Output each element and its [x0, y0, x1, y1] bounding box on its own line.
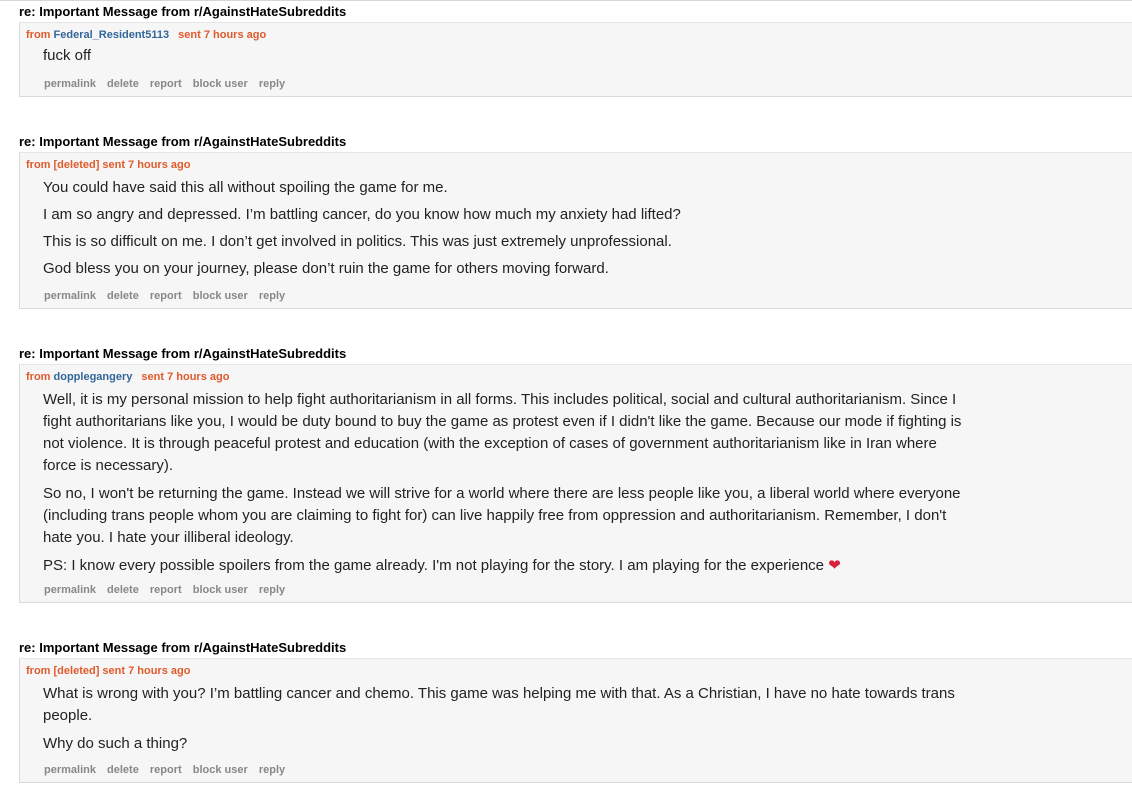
from-label: from	[26, 371, 51, 383]
reply-link[interactable]: reply	[259, 78, 285, 90]
sent-time: sent 7 hours ago	[178, 29, 267, 41]
block-user-link[interactable]: block user	[193, 764, 248, 776]
message-paragraph-with-heart: PS: I know every possible spoilers from …	[43, 555, 963, 577]
reply-link[interactable]: reply	[259, 584, 285, 596]
author-deleted: [deleted]	[53, 159, 100, 171]
message-paragraph: You could have said this all without spo…	[43, 179, 448, 196]
message-body-box: from dopplegangery sent 7 hours ago Well…	[19, 364, 1132, 603]
message-text: What is wrong with you? I’m battling can…	[43, 683, 963, 761]
message-actions: permalink delete report block user reply	[44, 290, 293, 303]
permalink-link[interactable]: permalink	[44, 78, 96, 90]
message-body-box: from [deleted] sent 7 hours ago You coul…	[19, 152, 1132, 309]
report-link[interactable]: report	[150, 290, 182, 302]
sent-time: sent 7 hours ago	[102, 159, 191, 171]
message-subject[interactable]: re: Important Message from r/AgainstHate…	[19, 640, 346, 656]
report-link[interactable]: report	[150, 584, 182, 596]
author-link[interactable]: Federal_Resident5113	[54, 29, 170, 41]
permalink-link[interactable]: permalink	[44, 290, 96, 302]
block-user-link[interactable]: block user	[193, 290, 248, 302]
message-tagline: from [deleted] sent 7 hours ago	[26, 159, 190, 172]
message-subject[interactable]: re: Important Message from r/AgainstHate…	[19, 4, 346, 20]
from-label: from	[26, 29, 51, 41]
message-text: fuck off	[43, 45, 963, 73]
permalink-link[interactable]: permalink	[44, 764, 96, 776]
block-user-link[interactable]: block user	[193, 78, 248, 90]
message-paragraph: What is wrong with you? I’m battling can…	[43, 685, 955, 724]
message-paragraph: Well, it is my personal mission to help …	[43, 391, 962, 474]
message-subject[interactable]: re: Important Message from r/AgainstHate…	[19, 134, 346, 150]
message-paragraph: PS: I know every possible spoilers from …	[43, 557, 825, 574]
delete-link[interactable]: delete	[107, 764, 139, 776]
reply-link[interactable]: reply	[259, 290, 285, 302]
delete-link[interactable]: delete	[107, 584, 139, 596]
reply-link[interactable]: reply	[259, 764, 285, 776]
message-subject[interactable]: re: Important Message from r/AgainstHate…	[19, 346, 346, 362]
heart-icon: ❤	[828, 557, 841, 574]
message-tagline: from [deleted] sent 7 hours ago	[26, 665, 190, 678]
delete-link[interactable]: delete	[107, 78, 139, 90]
message-tagline: from dopplegangery sent 7 hours ago	[26, 371, 229, 384]
message-tagline: from Federal_Resident5113 sent 7 hours a…	[26, 29, 266, 42]
page-top-border	[0, 0, 1132, 1]
message-text: Well, it is my personal mission to help …	[43, 389, 963, 583]
message-actions: permalink delete report block user reply	[44, 584, 293, 597]
message-text: You could have said this all without spo…	[43, 177, 963, 286]
message-actions: permalink delete report block user reply	[44, 764, 293, 777]
message-paragraph: Why do such a thing?	[43, 735, 188, 752]
message-paragraph: So no, I won't be returning the game. In…	[43, 485, 961, 546]
message-paragraph: I am so angry and depressed. I’m battlin…	[43, 206, 681, 223]
message-paragraph: God bless you on your journey, please do…	[43, 260, 609, 277]
message-body-box: from [deleted] sent 7 hours ago What is …	[19, 658, 1132, 783]
message-body-box: from Federal_Resident5113 sent 7 hours a…	[19, 22, 1132, 97]
sent-time: sent 7 hours ago	[102, 665, 191, 677]
message-actions: permalink delete report block user reply	[44, 78, 293, 91]
author-link[interactable]: dopplegangery	[54, 371, 133, 383]
sent-time: sent 7 hours ago	[141, 371, 230, 383]
message-paragraph: fuck off	[43, 47, 92, 64]
permalink-link[interactable]: permalink	[44, 584, 96, 596]
delete-link[interactable]: delete	[107, 290, 139, 302]
from-label: from	[26, 665, 51, 677]
from-label: from	[26, 159, 51, 171]
report-link[interactable]: report	[150, 78, 182, 90]
block-user-link[interactable]: block user	[193, 584, 248, 596]
author-deleted: [deleted]	[53, 665, 100, 677]
message-paragraph: This is so difficult on me. I don’t get …	[43, 233, 672, 250]
report-link[interactable]: report	[150, 764, 182, 776]
